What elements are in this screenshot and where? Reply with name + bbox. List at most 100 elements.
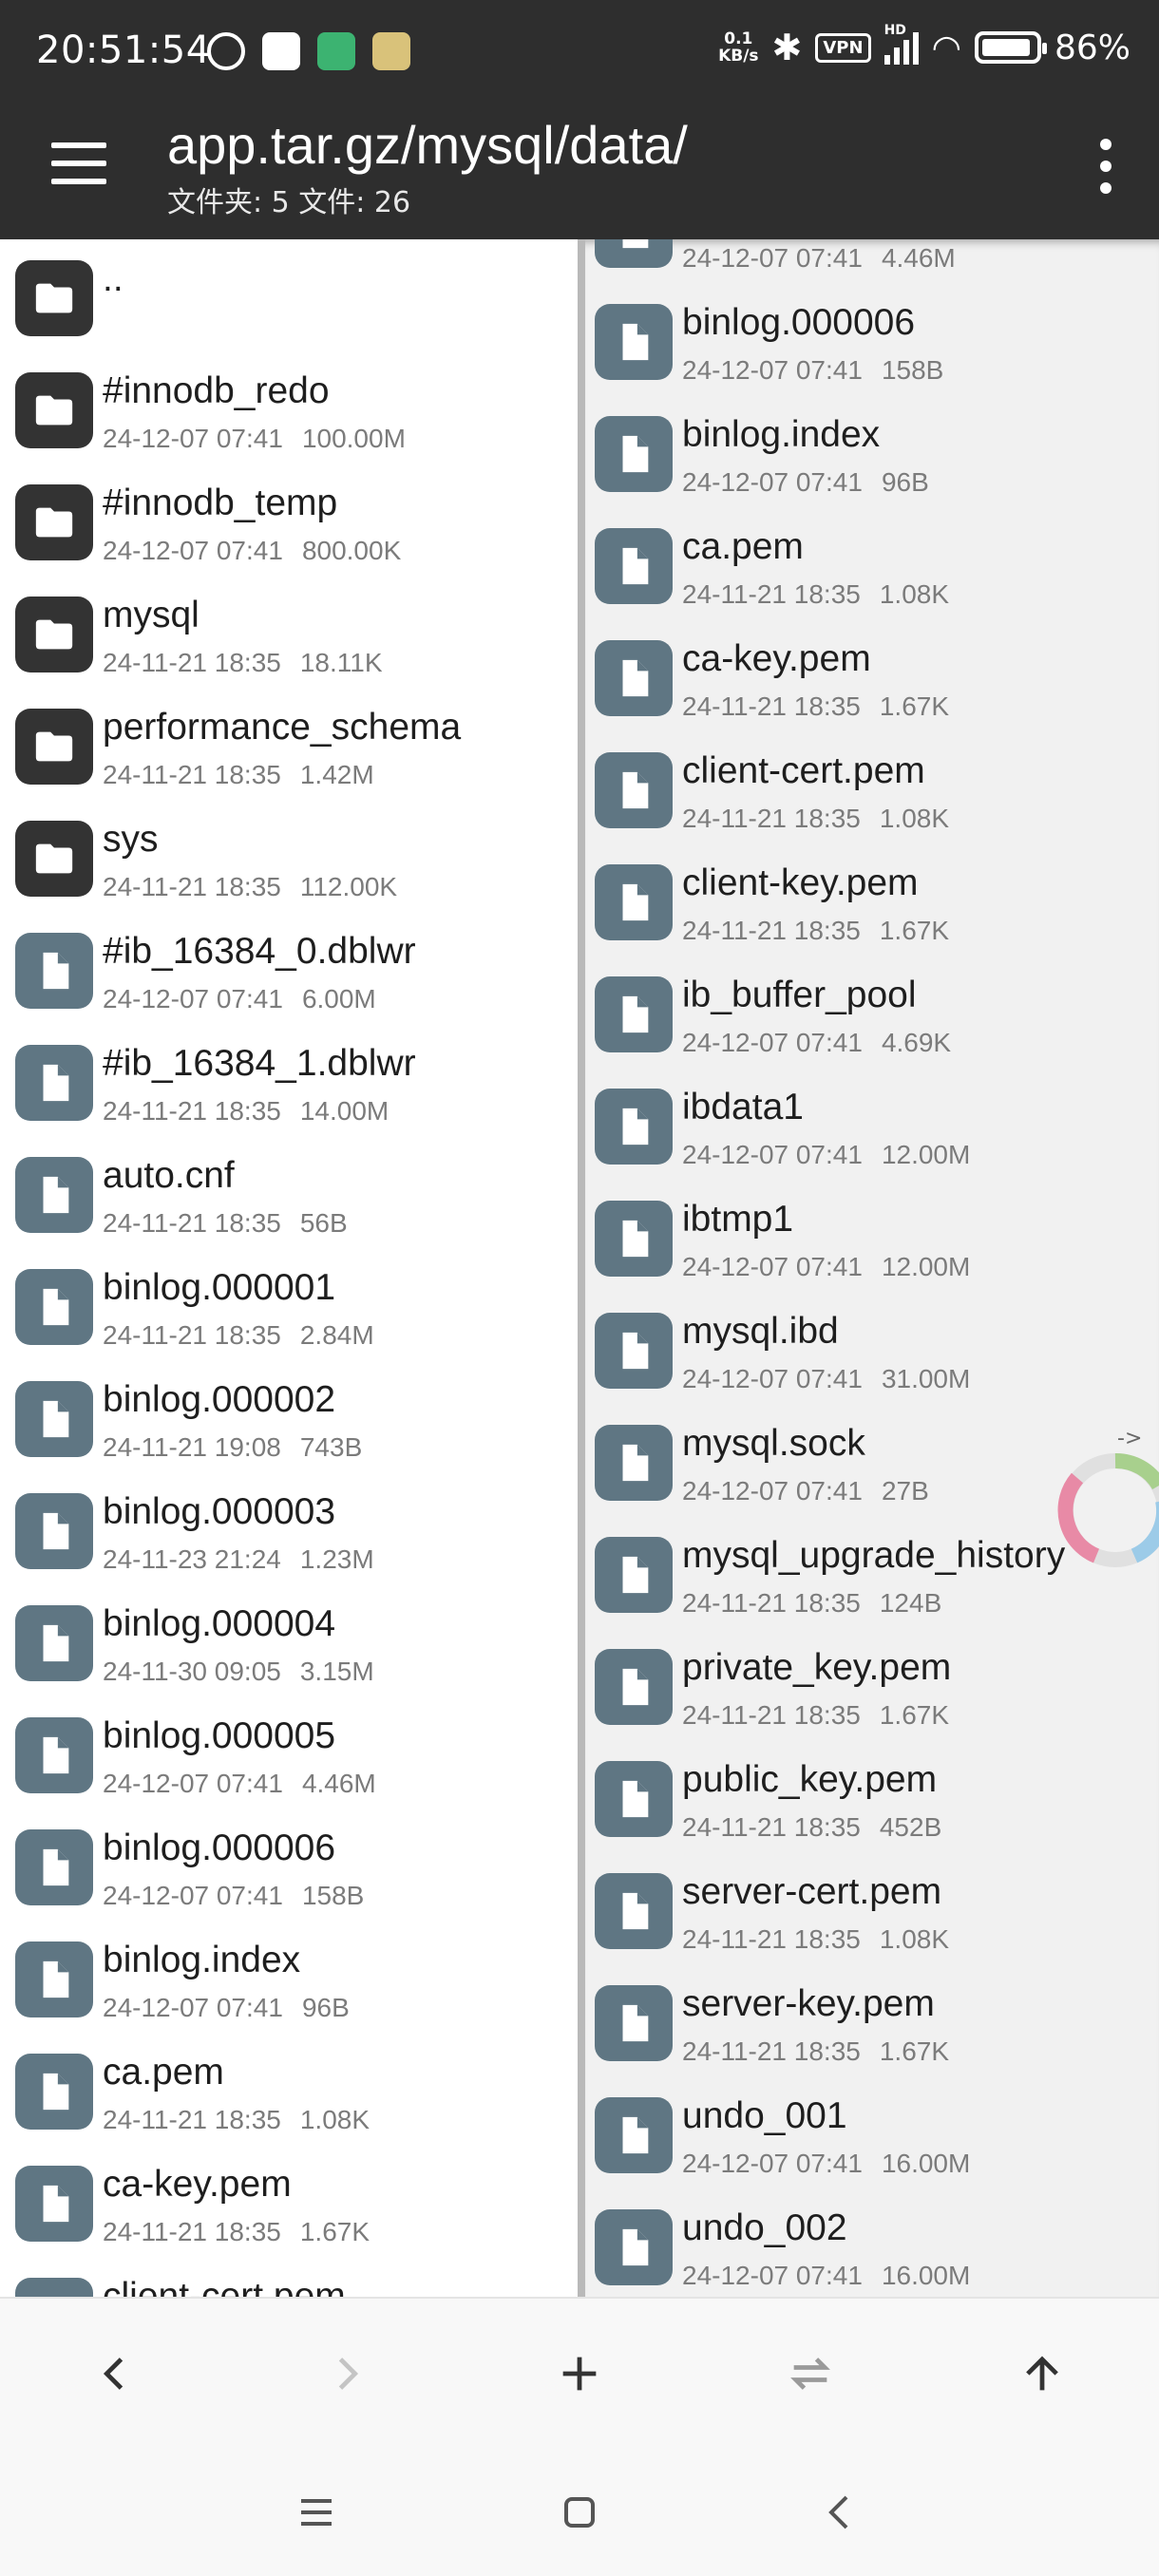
file-name: public_key.pem xyxy=(682,1759,938,1800)
more-options-icon[interactable] xyxy=(1096,139,1115,201)
file-row[interactable]: #innodb_redo 24-12-07 07:41 100.00M xyxy=(0,351,578,464)
file-size: 1.67K xyxy=(299,2217,370,2246)
file-row[interactable]: binlog.000001 24-11-21 18:35 2.84M xyxy=(0,1248,578,1360)
file-name: mysql.sock xyxy=(682,1423,865,1464)
pane-divider[interactable] xyxy=(578,239,585,2297)
file-row[interactable]: ibtmp1 24-12-07 07:41 12.00M xyxy=(585,1180,1159,1292)
file-name: binlog.000005 xyxy=(103,1715,336,1756)
file-name: binlog.index xyxy=(103,1940,301,1980)
file-meta: 24-12-07 07:41 96B xyxy=(682,467,929,498)
folder-icon xyxy=(15,372,93,448)
file-icon xyxy=(595,1425,673,1501)
file-icon xyxy=(15,1493,93,1569)
app-notification-icon xyxy=(372,32,410,70)
file-meta: 24-12-07 07:41 100.00M xyxy=(103,424,406,454)
file-size: 4.46M xyxy=(301,1769,376,1798)
status-right: 0.1 KB/s ✱ VPN HD ◠ 86% xyxy=(718,23,1130,68)
file-date: 24-12-07 07:41 xyxy=(682,1476,863,1506)
file-name: private_key.pem xyxy=(682,1647,952,1688)
file-row[interactable]: undo_001 24-12-07 07:41 16.00M xyxy=(585,2076,1159,2188)
file-row[interactable]: client-cert.pem xyxy=(0,2257,578,2297)
file-row[interactable]: auto.cnf 24-11-21 18:35 56B xyxy=(0,1136,578,1248)
file-row[interactable]: binlog.000006 24-12-07 07:41 158B xyxy=(0,1809,578,1921)
file-row[interactable]: #ib_16384_0.dblwr 24-12-07 07:41 6.00M xyxy=(0,912,578,1024)
file-date: 24-11-21 18:35 xyxy=(103,1096,281,1126)
file-row[interactable]: public_key.pem 24-11-21 18:35 452B xyxy=(585,1740,1159,1852)
plus-icon[interactable] xyxy=(546,2340,613,2407)
file-date: 24-11-21 18:35 xyxy=(682,2036,861,2066)
floating-ring-widget[interactable] xyxy=(1049,1444,1159,1577)
file-row[interactable]: binlog.000003 24-11-23 21:24 1.23M xyxy=(0,1472,578,1584)
file-meta: 24-11-21 18:35 1.67K xyxy=(103,2217,370,2247)
file-size: 158B xyxy=(301,1881,365,1910)
file-row[interactable]: private_key.pem 24-11-21 18:35 1.67K xyxy=(585,1628,1159,1740)
file-date: 24-11-21 18:35 xyxy=(103,1320,281,1350)
file-name: ib_buffer_pool xyxy=(682,975,917,1015)
file-row[interactable]: .. xyxy=(0,239,578,351)
file-row[interactable]: ca.pem 24-11-21 18:35 1.08K xyxy=(585,507,1159,619)
file-row[interactable]: server-key.pem 24-11-21 18:35 1.67K xyxy=(585,1964,1159,2076)
file-row[interactable]: #ib_16384_1.dblwr 24-11-21 18:35 14.00M xyxy=(0,1024,578,1136)
file-size: 452B xyxy=(879,1812,942,1842)
file-row[interactable]: client-key.pem 24-11-21 18:35 1.67K xyxy=(585,843,1159,956)
file-meta: 24-11-21 18:35 124B xyxy=(682,1588,941,1619)
file-name: .. xyxy=(103,258,124,299)
file-row[interactable]: client-cert.pem 24-11-21 18:35 1.08K xyxy=(585,731,1159,843)
file-meta: 24-11-21 18:35 1.08K xyxy=(103,2105,370,2135)
file-size: 1.08K xyxy=(879,1924,950,1954)
file-row[interactable]: ib_buffer_pool 24-12-07 07:41 4.69K xyxy=(585,956,1159,1068)
file-name: mysql_upgrade_history xyxy=(682,1535,1066,1576)
file-icon xyxy=(15,2054,93,2130)
file-row[interactable]: undo_002 24-12-07 07:41 16.00M xyxy=(585,2188,1159,2297)
status-time: 20:51:54 xyxy=(36,28,211,72)
app-bar: app.tar.gz/mysql/data/ 文件夹: 5 文件: 26 xyxy=(0,99,1159,239)
file-row[interactable]: ca-key.pem 24-11-21 18:35 1.67K xyxy=(585,619,1159,731)
file-row[interactable]: binlog.000005 24-12-07 07:41 4.46M xyxy=(0,1696,578,1809)
file-size: 112.00K xyxy=(299,872,398,901)
file-row[interactable]: binlog.index 24-12-07 07:41 96B xyxy=(0,1921,578,2033)
file-name: ibtmp1 xyxy=(682,1199,794,1240)
file-date: 24-11-21 18:35 xyxy=(682,1812,861,1842)
file-row[interactable]: binlog.000002 24-11-21 19:08 743B xyxy=(0,1360,578,1472)
file-row[interactable]: sys 24-11-21 18:35 112.00K xyxy=(0,800,578,912)
folder-icon xyxy=(15,484,93,560)
swap-icon[interactable] xyxy=(777,2340,844,2407)
file-meta: 24-12-07 07:41 27B xyxy=(682,1476,929,1506)
file-row[interactable]: ca-key.pem 24-11-21 18:35 1.67K xyxy=(0,2145,578,2257)
file-meta: 24-12-07 07:41 16.00M xyxy=(682,2149,970,2179)
file-row[interactable]: binlog.000006 24-12-07 07:41 158B xyxy=(585,283,1159,395)
file-icon xyxy=(595,1873,673,1949)
file-row[interactable]: binlog.000004 24-11-30 09:05 3.15M xyxy=(0,1584,578,1696)
forward-arrow-icon[interactable] xyxy=(314,2340,380,2407)
file-row[interactable]: ca.pem 24-11-21 18:35 1.08K xyxy=(0,2033,578,2145)
file-name: sys xyxy=(103,819,159,860)
file-row[interactable]: performance_schema 24-11-21 18:35 1.42M xyxy=(0,688,578,800)
file-row[interactable]: #innodb_temp 24-12-07 07:41 800.00K xyxy=(0,464,578,576)
file-row[interactable]: mysql 24-11-21 18:35 18.11K xyxy=(0,576,578,688)
right-file-pane[interactable]: 24-12-07 07:41 4.46M binlog.000006 24-12-07… xyxy=(585,239,1159,2297)
file-meta: 24-11-21 18:35 1.67K xyxy=(682,2036,949,2067)
file-date: 24-12-07 07:41 xyxy=(682,2149,863,2178)
home-square-icon[interactable] xyxy=(546,2479,613,2546)
file-date: 24-11-21 18:35 xyxy=(682,1924,861,1954)
file-row[interactable]: server-cert.pem 24-11-21 18:35 1.08K xyxy=(585,1852,1159,1964)
file-row[interactable]: mysql.ibd 24-12-07 07:41 31.00M xyxy=(585,1292,1159,1404)
file-row[interactable]: binlog.index 24-12-07 07:41 96B xyxy=(585,395,1159,507)
file-name: client-cert.pem xyxy=(682,750,925,791)
back-arrow-icon[interactable] xyxy=(82,2340,148,2407)
file-icon xyxy=(15,1717,93,1793)
file-icon xyxy=(15,1829,93,1905)
file-icon xyxy=(15,1381,93,1457)
back-icon[interactable] xyxy=(808,2479,874,2546)
up-arrow-icon[interactable] xyxy=(1009,2340,1075,2407)
folder-icon xyxy=(15,260,93,336)
file-date: 24-11-21 18:35 xyxy=(682,1588,861,1618)
file-size: 158B xyxy=(881,355,944,385)
menu-icon[interactable] xyxy=(51,142,106,184)
file-meta: 24-11-21 18:35 1.08K xyxy=(682,1924,949,1955)
left-file-pane[interactable]: .. #innodb_redo 24-12-07 07:41 100.00M #inno… xyxy=(0,239,578,2297)
file-date: 24-12-07 07:41 xyxy=(682,1364,863,1393)
menu-icon[interactable] xyxy=(283,2479,350,2546)
file-row[interactable]: ibdata1 24-12-07 07:41 12.00M xyxy=(585,1068,1159,1180)
file-row[interactable]: 24-12-07 07:41 4.46M xyxy=(585,239,1159,283)
